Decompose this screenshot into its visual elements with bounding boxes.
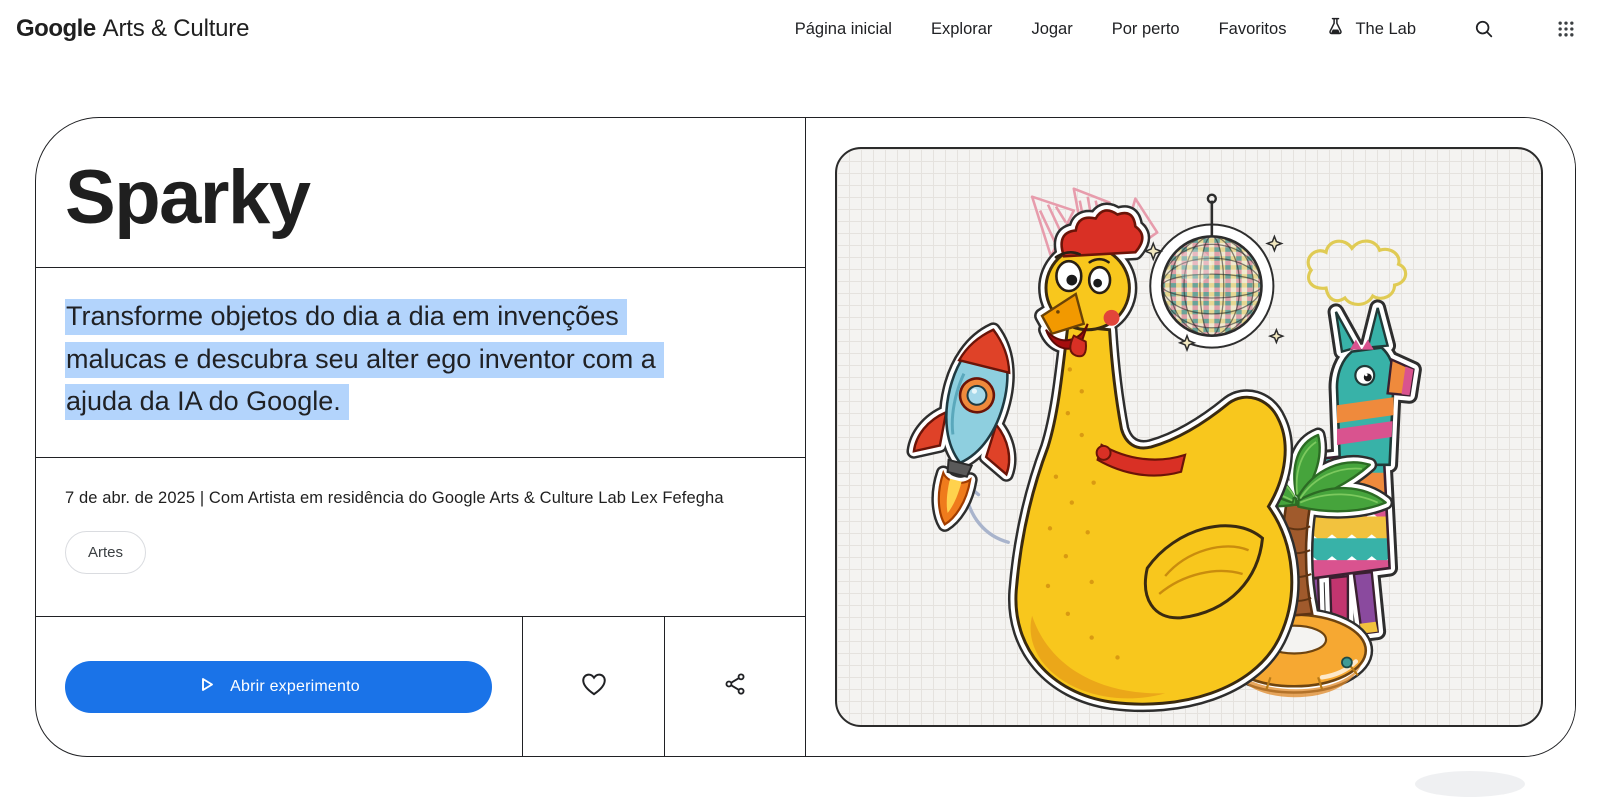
cloud-doodle-icon <box>1308 241 1405 304</box>
nav-item-nearby[interactable]: Por perto <box>1112 20 1180 39</box>
open-experiment-label: Abrir experimento <box>230 678 360 696</box>
logo-suffix: Arts & Culture <box>103 15 250 43</box>
heart-icon <box>579 669 609 704</box>
nav-item-favorites[interactable]: Favoritos <box>1219 20 1287 39</box>
experiment-description: Transforme objetos do dia a dia em inven… <box>65 295 725 423</box>
meta-row: 7 de abr. de 2025 | Com Artista em resid… <box>36 458 805 617</box>
top-navigation-bar: Google Arts & Culture Página inicial Exp… <box>0 0 1600 58</box>
apps-grid-button[interactable] <box>1552 15 1580 43</box>
title-row: Sparky <box>36 118 805 268</box>
sticker-disco-ball <box>1145 195 1282 350</box>
logo-brand: Google <box>16 15 96 43</box>
category-chip-artes[interactable]: Artes <box>65 531 146 574</box>
favorite-button[interactable] <box>523 617 665 756</box>
open-experiment-button[interactable]: Abrir experimento <box>65 661 492 713</box>
page-title: Sparky <box>65 154 310 241</box>
sticker-illustration-panel <box>835 147 1543 727</box>
search-icon <box>1473 18 1495 40</box>
search-button[interactable] <box>1469 14 1499 44</box>
experiment-card: Sparky Transforme objetos do dia a dia e… <box>35 117 1576 757</box>
sticker-collage <box>837 149 1541 725</box>
nav-item-home[interactable]: Página inicial <box>795 20 892 39</box>
bottom-peek-element <box>1415 771 1525 797</box>
nav-item-play[interactable]: Jogar <box>1031 20 1072 39</box>
nav-item-explore[interactable]: Explorar <box>931 20 992 39</box>
highlighted-text: Transforme objetos do dia a dia em inven… <box>65 299 664 420</box>
google-arts-culture-logo[interactable]: Google Arts & Culture <box>16 15 249 43</box>
flask-icon <box>1325 16 1346 42</box>
share-icon <box>722 671 748 702</box>
experiment-info-column: Sparky Transforme objetos do dia a dia e… <box>36 118 806 756</box>
actions-row: Abrir experimento <box>36 617 805 756</box>
main-nav: Página inicial Explorar Jogar Por perto … <box>795 14 1580 44</box>
nav-item-the-lab[interactable]: The Lab <box>1325 16 1416 42</box>
apps-grid-icon <box>1556 19 1576 39</box>
play-icon <box>197 675 216 699</box>
sticker-rocket <box>898 318 1040 536</box>
open-experiment-cell: Abrir experimento <box>36 617 523 756</box>
share-button[interactable] <box>665 617 805 756</box>
illustration-column <box>806 118 1575 756</box>
description-row: Transforme objetos do dia a dia em inven… <box>36 268 805 458</box>
date-author-line: 7 de abr. de 2025 | Com Artista em resid… <box>65 489 775 508</box>
